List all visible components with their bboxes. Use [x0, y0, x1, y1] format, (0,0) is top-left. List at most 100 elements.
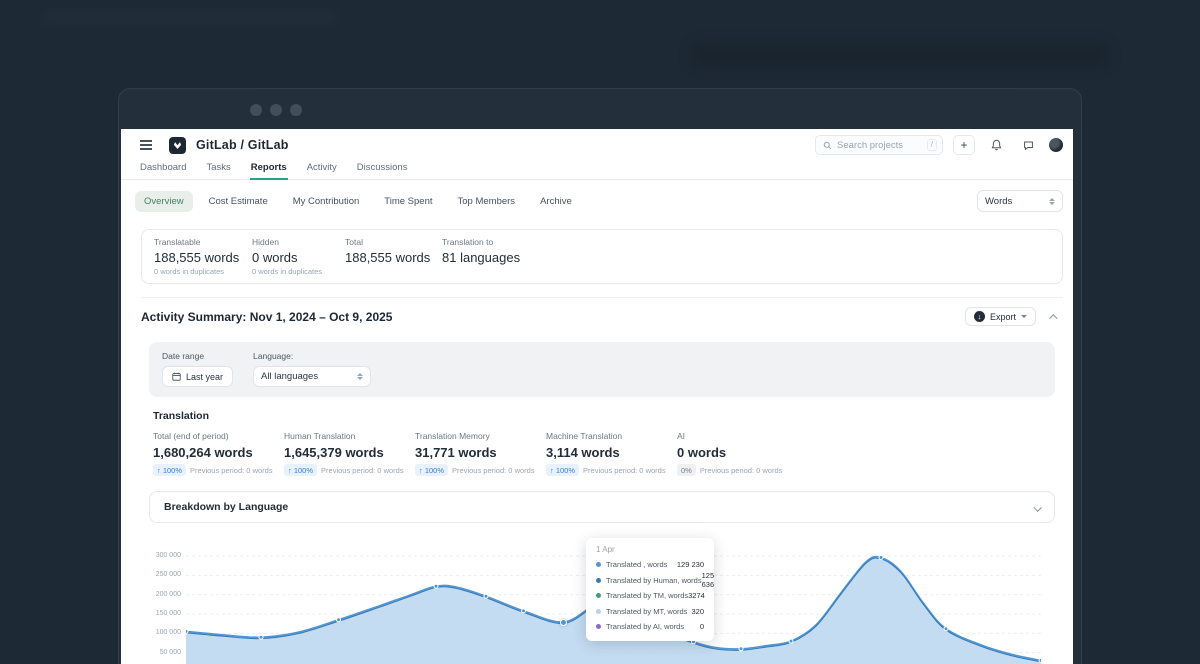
download-icon: ↓: [974, 311, 985, 322]
project-nav-tab[interactable]: Dashboard: [139, 159, 187, 179]
messages-button[interactable]: [1017, 135, 1039, 155]
translation-stat: Machine Translation 3,114 words ↑ 100% P…: [546, 431, 677, 476]
stat-label: Translation to: [442, 237, 562, 248]
search-input[interactable]: [837, 140, 927, 151]
project-nav-tab[interactable]: Discussions: [356, 159, 409, 179]
date-range-label: Date range: [162, 351, 233, 361]
export-button-label: Export: [990, 312, 1016, 322]
activity-summary-title: Activity Summary: Nov 1, 2024 – Oct 9, 2…: [141, 310, 392, 324]
stat-label: AI: [677, 431, 808, 442]
report-tabs-row: Overview Cost Estimate My Contribution T…: [135, 190, 1063, 212]
stat-value: 0 words: [677, 444, 808, 461]
hamburger-menu-icon[interactable]: [139, 138, 153, 152]
language-select[interactable]: All languages: [253, 366, 371, 387]
project-nav-tab[interactable]: Activity: [306, 159, 338, 179]
tooltip-rows: Translated , words 129 230 Translated by…: [596, 557, 704, 635]
report-tabs: Overview Cost Estimate My Contribution T…: [135, 191, 581, 212]
chat-icon: [1023, 140, 1034, 151]
y-axis-tick: 150 000: [149, 610, 181, 617]
unit-select[interactable]: Words: [977, 190, 1063, 212]
y-axis-tick: 50 000: [149, 649, 181, 656]
stat-value: 1,680,264 words: [153, 444, 284, 461]
stat-value: 81 languages: [442, 249, 562, 266]
activity-summary-header: Activity Summary: Nov 1, 2024 – Oct 9, 2…: [141, 307, 1055, 326]
stat-label: Machine Translation: [546, 431, 677, 442]
gitlab-logo-icon: [172, 140, 183, 151]
project-nav-tab[interactable]: Reports: [250, 159, 288, 180]
search-shortcut-hint: /: [927, 139, 937, 151]
translation-section: Translation Total (end of period) 1,680,…: [153, 410, 1055, 476]
series-dot-icon: [596, 609, 601, 614]
tooltip-series-label: Translated , words: [606, 560, 677, 569]
chevron-down-icon: [1033, 503, 1041, 511]
activity-summary-actions: ↓ Export: [965, 307, 1055, 326]
previous-period-text: Previous period: 0 words: [700, 466, 783, 475]
stat-value: 188,555 words: [154, 249, 252, 266]
project-stat: Translatable 188,555 words 0 words in du…: [154, 237, 252, 277]
language-label: Language:: [253, 351, 371, 361]
report-tab[interactable]: Cost Estimate: [200, 191, 277, 212]
search-icon: [823, 141, 832, 150]
window-titlebar: [119, 89, 1081, 129]
report-tab[interactable]: Time Spent: [375, 191, 441, 212]
report-tab[interactable]: Top Members: [449, 191, 525, 212]
tooltip-series-label: Translated by MT, words: [606, 607, 691, 616]
project-stat: Total 188,555 words: [345, 237, 442, 277]
series-dot-icon: [596, 593, 601, 598]
tooltip-row: Translated , words 129 230: [596, 557, 704, 573]
tooltip-row: Translated by MT, words 320: [596, 604, 704, 620]
trend-badge: ↑ 100%: [546, 464, 579, 476]
report-tab[interactable]: My Contribution: [284, 191, 369, 212]
project-stat: Translation to 81 languages: [442, 237, 562, 277]
breakdown-by-language-card[interactable]: Breakdown by Language: [149, 491, 1055, 523]
language-filter: Language: All languages: [253, 351, 371, 387]
tooltip-date: 1 Apr: [596, 545, 704, 554]
previous-period-text: Previous period: 0 words: [321, 466, 404, 475]
language-select-value: All languages: [261, 371, 318, 382]
section-divider: [141, 297, 1063, 298]
breakdown-title: Breakdown by Language: [164, 501, 288, 513]
export-button[interactable]: ↓ Export: [965, 307, 1036, 326]
search-box[interactable]: /: [815, 135, 943, 155]
activity-chart: 300 000250 000200 000150 000100 00050 00…: [149, 531, 1055, 664]
user-avatar[interactable]: [1049, 138, 1063, 152]
translation-stat: Translation Memory 31,771 words ↑ 100% P…: [415, 431, 546, 476]
stat-label: Total (end of period): [153, 431, 284, 442]
stat-label: Human Translation: [284, 431, 415, 442]
desktop-background: GitLab / GitLab / +: [0, 0, 1200, 664]
y-axis-tick: 250 000: [149, 571, 181, 578]
stat-value: 0 words: [252, 249, 345, 266]
stat-subtext: 0 words in duplicates: [154, 267, 252, 277]
project-stat: Hidden 0 words 0 words in duplicates: [252, 237, 345, 277]
trend-badge: ↑ 100%: [153, 464, 186, 476]
create-new-button[interactable]: +: [953, 135, 975, 155]
chart-hover-point: [560, 619, 567, 626]
translation-stat: Total (end of period) 1,680,264 words ↑ …: [153, 431, 284, 476]
app-content: GitLab / GitLab / +: [121, 129, 1073, 664]
stat-label: Translatable: [154, 237, 252, 248]
stat-label: Total: [345, 237, 442, 248]
date-range-button[interactable]: Last year: [162, 366, 233, 387]
series-dot-icon: [596, 624, 601, 629]
tooltip-row: Translated by TM, words 3274: [596, 588, 704, 604]
series-dot-icon: [596, 562, 601, 567]
notifications-button[interactable]: [985, 135, 1007, 155]
report-tab[interactable]: Overview: [135, 191, 193, 212]
window-control-icon: [250, 104, 262, 116]
previous-period-text: Previous period: 0 words: [452, 466, 535, 475]
collapse-section-button[interactable]: [1049, 314, 1057, 322]
date-range-filter: Date range Last year: [162, 351, 233, 387]
tooltip-series-value: 0: [700, 622, 704, 631]
project-nav-tab[interactable]: Tasks: [205, 159, 231, 179]
project-logo: [169, 137, 186, 154]
project-stats-card: Translatable 188,555 words 0 words in du…: [141, 229, 1063, 284]
date-range-value: Last year: [186, 372, 223, 382]
trend-badge: 0%: [677, 464, 696, 476]
tooltip-row: Translated by AI, words 0: [596, 619, 704, 635]
y-axis-tick: 300 000: [149, 552, 181, 559]
tooltip-series-value: 129 230: [677, 560, 704, 569]
background-blur-shape: [690, 42, 1110, 68]
tooltip-series-label: Translated by AI, words: [606, 622, 700, 631]
calendar-icon: [172, 372, 181, 381]
report-tab[interactable]: Archive: [531, 191, 581, 212]
